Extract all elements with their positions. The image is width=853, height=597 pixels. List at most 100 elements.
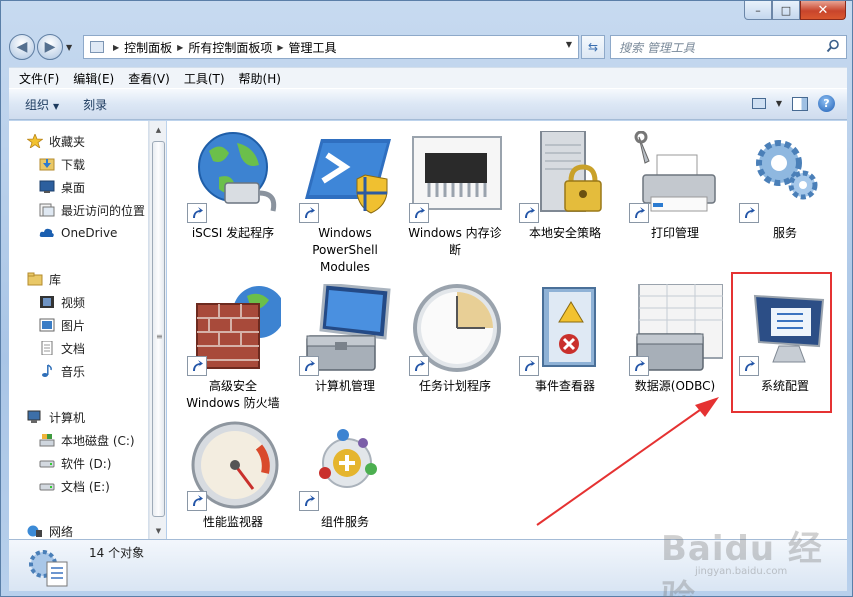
sidebar-item-label: 本地磁盘 (C:) xyxy=(61,433,135,448)
sidebar-item-libraries[interactable]: 库 xyxy=(27,269,61,289)
breadcrumb-arrow-icon[interactable]: ▶ xyxy=(113,43,119,52)
breadcrumb-control-panel[interactable]: 控制面板 xyxy=(124,39,172,56)
sidebar-item-label: 收藏夹 xyxy=(49,134,86,149)
sidebar-item-network[interactable]: 网络 xyxy=(27,521,73,539)
sidebar-item-label: 网络 xyxy=(49,524,74,539)
sidebar-item-pictures[interactable]: 图片 xyxy=(39,315,85,335)
video-icon xyxy=(40,296,54,308)
address-bar[interactable]: ▶ 控制面板 ▶ 所有控制面板项 ▶ 管理工具 ▼ xyxy=(83,35,579,59)
item-label: iSCSI 发起程序 xyxy=(191,226,275,240)
refresh-button[interactable]: ⇆ xyxy=(581,35,605,59)
sidebar-item-label: 文档 xyxy=(61,341,86,356)
item-count: 14 个对象 xyxy=(89,546,145,560)
sidebar-item-favorites[interactable]: 收藏夹 xyxy=(27,131,85,151)
forward-arrow-icon: ▶ xyxy=(44,39,56,55)
organize-button[interactable]: 组织 ▼ xyxy=(25,96,59,113)
scroll-up-icon[interactable]: ▲ xyxy=(150,121,167,138)
network-icon xyxy=(27,525,42,537)
view-dropdown-icon[interactable]: ▼ xyxy=(776,99,782,108)
refresh-icon: ⇆ xyxy=(587,40,599,54)
list-item-performance-monitor[interactable]: 性能监视器 xyxy=(181,421,285,531)
command-bar: 组织 ▼ 刻录 ▼ ? xyxy=(9,88,847,120)
menu-file[interactable]: 文件(F) xyxy=(19,70,59,87)
desktop-icon xyxy=(39,180,55,193)
sidebar-item-label: 库 xyxy=(49,272,62,287)
change-view-icon[interactable] xyxy=(751,98,766,109)
sidebar-item-drive-d[interactable]: 软件 (D:) xyxy=(39,453,111,473)
list-item-component-services[interactable]: 组件服务 xyxy=(293,421,397,531)
list-item-iscsi[interactable]: iSCSI 发起程序 xyxy=(181,131,285,251)
sidebar-item-computer[interactable]: 计算机 xyxy=(27,407,85,427)
shortcut-arrow-icon xyxy=(299,491,319,511)
list-item-services[interactable]: 服务 xyxy=(733,131,837,251)
recent-pages-dropdown[interactable]: ▼ xyxy=(66,43,76,52)
list-item-task-scheduler[interactable]: 任务计划程序 xyxy=(403,284,507,404)
address-dropdown-icon[interactable]: ▼ xyxy=(566,40,572,49)
organize-label: 组织 xyxy=(25,97,50,112)
breadcrumb-admin-tools[interactable]: 管理工具 xyxy=(289,39,337,56)
sidebar-item-label: 最近访问的位置 xyxy=(61,203,146,218)
list-item-odbc[interactable]: 数据源(ODBC) xyxy=(623,284,727,404)
shortcut-arrow-icon xyxy=(629,203,649,223)
shortcut-arrow-icon xyxy=(519,356,539,376)
minimize-button[interactable]: – xyxy=(744,1,772,20)
back-arrow-icon: ◀ xyxy=(16,39,28,55)
breadcrumb-all-items[interactable]: 所有控制面板项 xyxy=(188,39,272,56)
sidebar-item-label: 音乐 xyxy=(61,364,86,379)
item-label: 事件查看器 xyxy=(534,379,595,393)
shortcut-arrow-icon xyxy=(187,491,207,511)
item-label: 高级安全 Windows 防火墙 xyxy=(186,379,280,410)
back-button[interactable]: ◀ xyxy=(9,34,35,60)
item-label: 组件服务 xyxy=(320,515,369,529)
scroll-thumb[interactable]: ≡ xyxy=(152,141,165,517)
preview-pane-icon[interactable] xyxy=(792,96,808,111)
item-label: 任务计划程序 xyxy=(418,379,491,393)
list-item-print-management[interactable]: 打印管理 xyxy=(623,131,727,251)
sidebar-item-onedrive[interactable]: OneDrive xyxy=(39,223,117,243)
scroll-down-icon[interactable]: ▼ xyxy=(150,522,167,539)
list-item-computer-management[interactable]: 计算机管理 xyxy=(293,284,397,404)
forward-button[interactable]: ▶ xyxy=(37,34,63,60)
help-icon[interactable]: ? xyxy=(818,95,835,112)
navigation-pane: 收藏夹 下载 桌面 最近访问的位置 OneDrive 库 视频 图片 文档 音乐… xyxy=(9,121,149,539)
list-item-firewall[interactable]: 高级安全 Windows 防火墙 xyxy=(181,284,285,414)
menu-bar: 文件(F) 编辑(E) 查看(V) 工具(T) 帮助(H) xyxy=(9,67,847,88)
maximize-button[interactable]: □ xyxy=(772,1,800,20)
sidebar-scrollbar[interactable]: ▲ ≡ ▼ xyxy=(149,121,166,539)
item-label: 本地安全策略 xyxy=(528,226,601,240)
list-item-local-security-policy[interactable]: 本地安全策略 xyxy=(513,131,617,251)
shortcut-arrow-icon xyxy=(409,203,429,223)
breadcrumb-arrow-icon[interactable]: ▶ xyxy=(277,43,283,52)
list-item-event-viewer[interactable]: 事件查看器 xyxy=(513,284,617,404)
watermark: Baidu 经验 xyxy=(661,529,823,597)
sidebar-item-music[interactable]: 音乐 xyxy=(39,361,85,381)
search-icon xyxy=(826,39,839,53)
recent-places-icon xyxy=(39,203,55,217)
close-button[interactable]: ✕ xyxy=(800,1,846,20)
menu-tools[interactable]: 工具(T) xyxy=(184,70,225,87)
burn-button[interactable]: 刻录 xyxy=(83,96,107,113)
menu-help[interactable]: 帮助(H) xyxy=(239,70,281,87)
sidebar-item-drive-e[interactable]: 文档 (E:) xyxy=(39,476,110,496)
shortcut-arrow-icon xyxy=(409,356,429,376)
sidebar-item-documents[interactable]: 文档 xyxy=(39,338,85,358)
caption-buttons: – □ ✕ xyxy=(744,1,846,21)
sidebar-item-label: OneDrive xyxy=(61,226,118,240)
sidebar-item-desktop[interactable]: 桌面 xyxy=(39,177,85,197)
sidebar-item-drive-c[interactable]: 本地磁盘 (C:) xyxy=(39,430,135,450)
list-item-powershell[interactable]: Windows PowerShell Modules xyxy=(293,131,397,281)
menu-view[interactable]: 查看(V) xyxy=(128,70,170,87)
sidebar-item-downloads[interactable]: 下载 xyxy=(39,154,85,174)
menu-edit[interactable]: 编辑(E) xyxy=(73,70,114,87)
shortcut-arrow-icon xyxy=(519,203,539,223)
search-box[interactable]: 搜索 管理工具 xyxy=(610,35,847,59)
shortcut-arrow-icon xyxy=(187,356,207,376)
sidebar-item-label: 图片 xyxy=(61,318,86,333)
sidebar-item-label: 计算机 xyxy=(49,410,86,425)
sidebar-item-videos[interactable]: 视频 xyxy=(39,292,85,312)
sidebar-item-label: 桌面 xyxy=(61,180,86,195)
breadcrumb-arrow-icon[interactable]: ▶ xyxy=(177,43,183,52)
list-item-memory-diagnostic[interactable]: Windows 内存诊断 xyxy=(403,131,507,271)
sidebar-item-recent[interactable]: 最近访问的位置 xyxy=(39,200,145,220)
grip-icon: ≡ xyxy=(156,332,163,341)
